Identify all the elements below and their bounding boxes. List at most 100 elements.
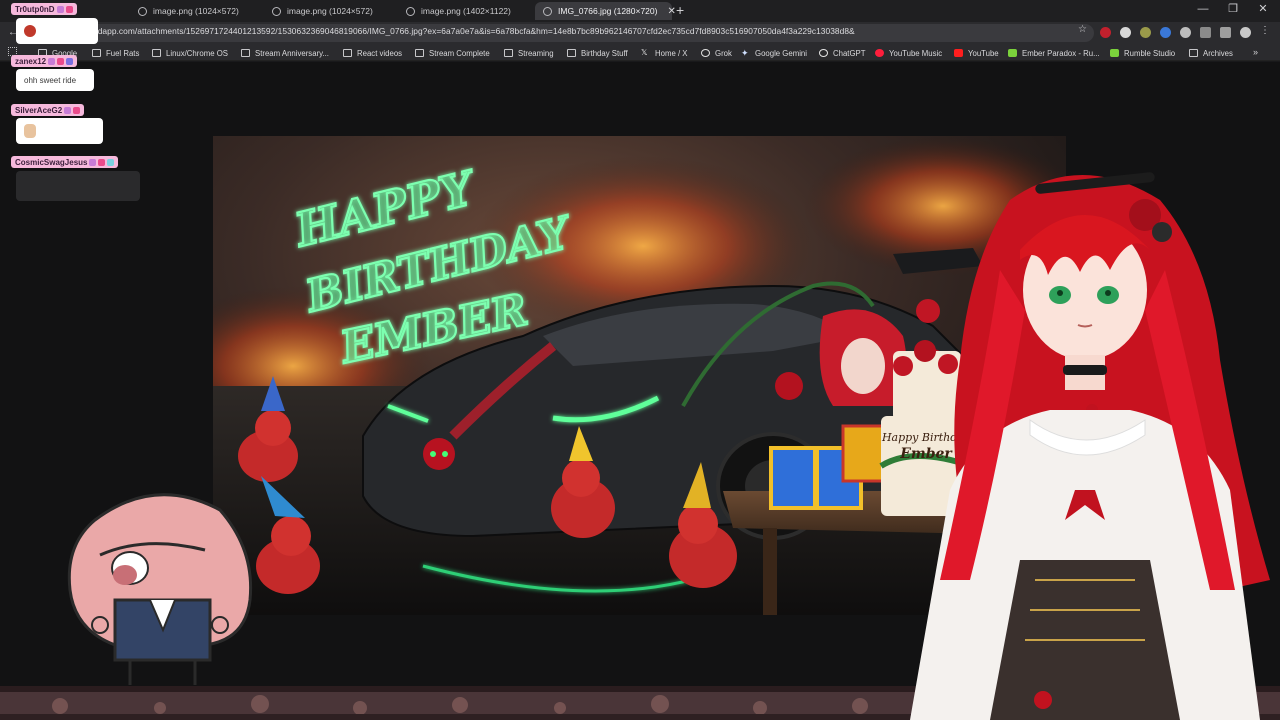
bookmark-birthday-stuff[interactable]: Birthday Stuff <box>567 47 628 59</box>
bookmark-label: Google Gemini <box>755 48 808 58</box>
url-text[interactable]: n.discordapp.com/attachments/15269717244… <box>68 26 855 36</box>
extensions-row: ⋮ <box>1100 25 1270 40</box>
bookmark-stream-anniversary[interactable]: Stream Anniversary... <box>241 47 329 59</box>
youtube-icon <box>954 49 963 57</box>
bookmark-label: React videos <box>357 48 403 58</box>
bookmark-react-videos[interactable]: React videos <box>343 47 402 59</box>
folder-icon <box>92 49 101 57</box>
puzzle-icon[interactable] <box>1220 27 1231 38</box>
plus-icon[interactable]: + <box>676 3 684 17</box>
youtube-music-icon <box>875 49 884 57</box>
bookmark-linux-chrome-os[interactable]: Linux/Chrome OS <box>152 47 228 59</box>
bookmark-label: Stream Anniversary... <box>255 48 329 58</box>
bookmark-google-gemini[interactable]: ✦ Google Gemini <box>741 47 807 59</box>
star-icon[interactable]: ☆ <box>1078 24 1087 35</box>
bookmark-ember-paradox-rumble[interactable]: Ember Paradox - Ru... <box>1008 47 1100 59</box>
chat-badge-icon <box>66 57 74 65</box>
chat-badge-icon <box>98 158 106 166</box>
chevron-double-right-icon[interactable]: » <box>1253 47 1258 57</box>
rumble-icon <box>1008 49 1017 57</box>
tab-image-2[interactable]: image.png (1024×572) <box>264 2 396 20</box>
globe-icon <box>406 6 415 16</box>
tab-label: IMG_0766.jpg (1280×720) <box>558 6 658 16</box>
bookmark-streaming[interactable]: Streaming <box>504 47 554 59</box>
folder-icon <box>415 49 424 57</box>
chat-username-text: SilverAceG2 <box>15 105 63 115</box>
chat-username: Tr0utp0nD <box>11 3 77 15</box>
chat-badge-icon <box>57 57 65 65</box>
vtuber-avatar-drawing <box>910 172 1270 720</box>
chat-username: CosmicSwagJesus <box>11 156 119 168</box>
rumble-icon <box>1110 49 1119 57</box>
bookmark-label: Home / X <box>655 48 688 58</box>
close-icon[interactable]: ✕ <box>1256 4 1270 15</box>
chatgpt-icon <box>819 49 828 57</box>
chat-badge-icon <box>73 106 81 114</box>
stream-screen: image.png (1024×572) image.png (1024×572… <box>0 0 1280 720</box>
bookmark-home-x[interactable]: 𝕏 Home / X <box>641 47 688 59</box>
bookmark-label: Stream Complete <box>429 48 490 58</box>
minimize-icon[interactable]: — <box>1196 4 1210 15</box>
profile-icon[interactable] <box>1240 27 1251 38</box>
chat-badge-icon <box>89 158 97 166</box>
folder-icon <box>241 49 250 57</box>
mascot-character <box>55 480 270 695</box>
chat-message: ohh sweet ride <box>16 69 94 91</box>
trash-icon[interactable] <box>1200 27 1211 38</box>
bookmark-label: Streaming <box>518 48 554 58</box>
extension-grey-icon[interactable] <box>1180 27 1191 38</box>
bookmark-label: YouTube Music <box>889 48 943 58</box>
bookmark-label: YouTube <box>968 48 999 58</box>
chat-message <box>16 118 103 144</box>
tab-img-0766[interactable]: IMG_0766.jpg (1280×720) ✕ <box>535 2 676 20</box>
bookmark-youtube-music[interactable]: YouTube Music <box>875 47 942 59</box>
globe-icon <box>543 6 552 16</box>
x-logo-icon: 𝕏 <box>641 48 648 57</box>
chat-badge-icon <box>56 5 64 13</box>
folder-icon <box>1189 49 1198 57</box>
bookmark-label: ChatGPT <box>833 48 866 58</box>
globe-icon <box>272 6 281 16</box>
tab-image-1[interactable]: image.png (1024×572) <box>130 2 262 20</box>
bookmark-chatgpt[interactable]: ChatGPT <box>819 47 866 59</box>
play-extension-icon[interactable] <box>1120 27 1131 38</box>
extension-red-icon[interactable] <box>1100 27 1111 38</box>
chat-message-text: ohh sweet ride <box>24 75 77 85</box>
extension-yellow-icon[interactable] <box>1140 27 1151 38</box>
bookmark-grok[interactable]: Grok <box>701 47 732 59</box>
close-tab-icon[interactable]: ✕ <box>667 6 675 17</box>
bookmark-youtube[interactable]: YouTube <box>954 47 999 59</box>
folder-icon <box>567 49 576 57</box>
chat-badge-icon <box>107 158 115 166</box>
bookmark-label: Rumble Studio <box>1124 48 1176 58</box>
mascot-drawing <box>67 493 253 685</box>
chat-message <box>16 171 140 201</box>
bookmarks-bar: Google Fuel Rats Linux/Chrome OS Stream … <box>0 44 1280 61</box>
chat-username-text: CosmicSwagJesus <box>15 157 88 167</box>
folder-icon <box>152 49 161 57</box>
audio-extension-icon[interactable] <box>1160 27 1171 38</box>
grok-icon <box>701 49 710 57</box>
chat-badge-icon <box>65 5 73 13</box>
chat-emote-icon <box>24 124 36 138</box>
chat-message <box>16 18 98 44</box>
vtuber-avatar <box>880 160 1280 720</box>
globe-icon <box>138 6 147 16</box>
chat-badge-icon <box>64 106 72 114</box>
tab-image-3[interactable]: image.png (1402×1122) <box>398 2 532 20</box>
folder-icon <box>504 49 513 57</box>
bookmark-label: Linux/Chrome OS <box>166 48 228 58</box>
bookmark-label: Birthday Stuff <box>581 48 628 58</box>
bookmark-rumble-studio[interactable]: Rumble Studio <box>1110 47 1175 59</box>
bookmark-stream-complete[interactable]: Stream Complete <box>415 47 490 59</box>
bookmark-label: Fuel Rats <box>106 48 140 58</box>
bookmark-archives[interactable]: Archives <box>1189 47 1233 59</box>
kebab-menu-icon[interactable]: ⋮ <box>1260 25 1270 36</box>
tab-label: image.png (1024×572) <box>153 6 239 16</box>
chat-username-text: zanex12 <box>15 56 47 66</box>
folder-icon <box>343 49 352 57</box>
bookmark-label: Grok <box>715 48 732 58</box>
restore-icon[interactable]: ❐ <box>1226 4 1240 15</box>
browser-toolbar: ← n.discordapp.com/attachments/152697172… <box>0 22 1280 44</box>
bookmark-fuel-rats[interactable]: Fuel Rats <box>92 47 139 59</box>
